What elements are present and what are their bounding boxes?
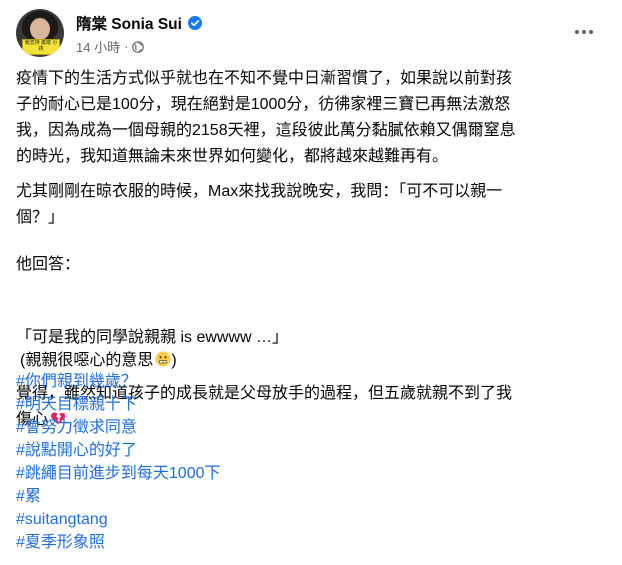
grimacing-face-emoji-icon [155,350,171,367]
post-paragraph-3: 他回答： [16,256,81,273]
post-paragraph-1: 疫情下的生活方式似乎就也在不知不覺中日漸習慣了，如果說以前對孩 子的耐心已是10… [16,70,516,165]
hashtag-link[interactable]: #會努力徵求同意 [16,416,221,439]
post-paragraph-2: 尤其剛剛在晾衣服的時候，Max來找我說晚安，我問：「可不可以親一 個？」 [16,183,503,226]
author-avatar[interactable]: 我支持 勇敢 小孩 [16,9,64,57]
hashtag-list: #你們親到幾歲？ #明天目標親十下 #會努力徵求同意 #說點開心的好了 #跳繩目… [16,370,221,554]
author-row: 隋棠 Sonia Sui [76,12,202,34]
more-options-icon[interactable] [566,14,602,50]
facebook-post: 我支持 勇敢 小孩 隋棠 Sonia Sui 14 小時 · 疫情下的生活方式似… [0,0,622,565]
hashtag-link[interactable]: #說點開心的好了 [16,439,221,462]
globe-icon[interactable] [132,40,145,53]
hashtag-link[interactable]: #跳繩目前進步到每天1000下 [16,462,221,485]
post-timestamp[interactable]: 14 小時 [76,37,120,56]
post-meta: 14 小時 · [76,37,145,56]
verified-badge-icon [187,16,202,30]
hashtag-link[interactable]: #夏季形象照 [16,531,221,554]
hashtag-link[interactable]: #明天目標親十下 [16,393,221,416]
meta-separator: · [124,39,129,54]
author-name[interactable]: 隋棠 Sonia Sui [76,12,182,34]
hashtag-link[interactable]: #suitangtang [16,508,221,531]
hashtag-link[interactable]: #你們親到幾歲？ [16,370,221,393]
avatar-sign: 我支持 勇敢 小孩 [22,39,60,55]
hashtag-link[interactable]: #累 [16,485,221,508]
